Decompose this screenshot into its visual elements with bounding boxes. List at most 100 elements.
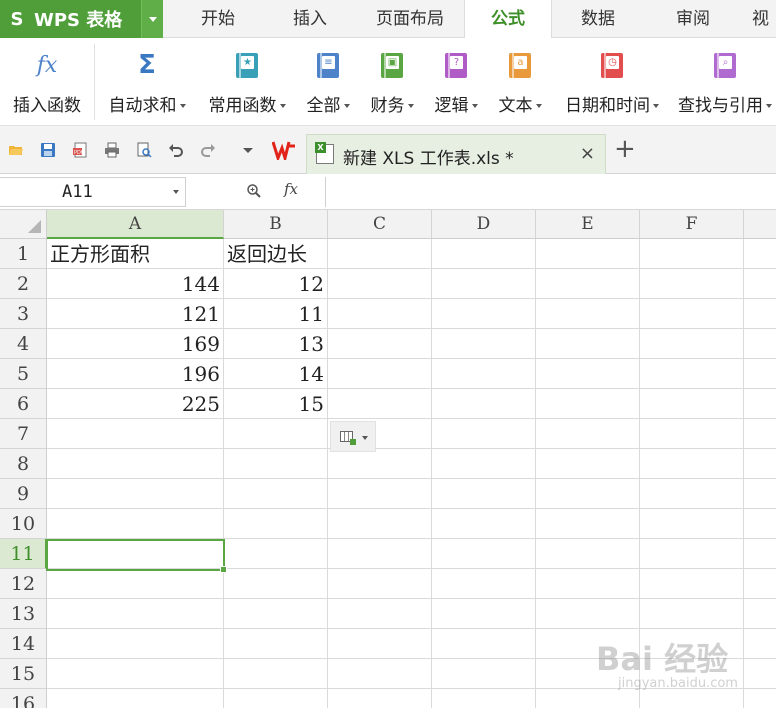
app-menu-button[interactable]: S WPS 表格 [0, 0, 163, 38]
cell-a2[interactable]: 144 [47, 269, 224, 299]
chevron-down-icon [766, 104, 772, 108]
cell-b4[interactable]: 13 [224, 329, 328, 359]
cell-a1[interactable]: 正方形面积 [47, 239, 224, 269]
row-header-7[interactable]: 7 [0, 419, 47, 449]
select-all-button[interactable] [0, 210, 47, 239]
app-name: WPS 表格 [34, 10, 123, 31]
column-header-b[interactable]: B [224, 210, 328, 239]
row-header-5[interactable]: 5 [0, 359, 47, 389]
app-menu-dropdown-icon[interactable] [141, 0, 163, 38]
cell-a4[interactable]: 169 [47, 329, 224, 359]
print-icon[interactable] [104, 142, 120, 158]
date-time-functions-button[interactable]: ◷ 日期和时间 [556, 38, 668, 126]
cell-b1[interactable]: 返回边长 [224, 239, 328, 269]
fx-icon: fx [36, 52, 58, 78]
row-header-12[interactable]: 12 [0, 569, 47, 599]
save-icon[interactable] [40, 142, 56, 158]
tab-view[interactable]: 视 [752, 0, 776, 38]
tab-insert[interactable]: 插入 [264, 0, 356, 38]
column-header-c[interactable]: C [328, 210, 432, 239]
column-header-e[interactable]: E [536, 210, 640, 239]
paste-options-icon [340, 431, 356, 445]
row-header-15[interactable]: 15 [0, 659, 47, 689]
paste-options-button[interactable] [330, 421, 376, 452]
cell-b2[interactable]: 12 [224, 269, 328, 299]
row-header-8[interactable]: 8 [0, 449, 47, 479]
all-functions-label: 全部 [306, 96, 341, 116]
logic-book-icon: ? [445, 52, 467, 78]
column-header-a[interactable]: A [47, 210, 224, 239]
row-header-2[interactable]: 2 [0, 269, 47, 299]
row-header-16[interactable]: 16 [0, 689, 47, 708]
cell-b5[interactable]: 14 [224, 359, 328, 389]
redo-icon[interactable] [200, 142, 216, 158]
wps-home-icon[interactable] [272, 140, 298, 160]
cell-b3[interactable]: 11 [224, 299, 328, 329]
wps-logo-icon: S [10, 8, 24, 30]
chevron-down-icon[interactable] [173, 190, 179, 194]
zoom-icon[interactable] [246, 183, 262, 199]
row-header-10[interactable]: 10 [0, 509, 47, 539]
insert-function-fx-button[interactable]: fx [284, 180, 298, 198]
open-folder-icon[interactable] [8, 142, 24, 158]
tab-home[interactable]: 开始 [172, 0, 264, 38]
cell-b6[interactable]: 15 [224, 389, 328, 419]
text-functions-button[interactable]: a 文本 [490, 38, 550, 126]
row-header-1[interactable]: 1 [0, 239, 47, 269]
name-box-value: A11 [62, 182, 93, 202]
all-functions-button[interactable]: ≡ 全部 [298, 38, 358, 126]
chevron-down-icon [471, 104, 478, 108]
finance-functions-label: 财务 [370, 96, 405, 116]
tab-data[interactable]: 数据 [552, 0, 644, 38]
chevron-down-icon [343, 104, 350, 108]
cell-a5[interactable]: 196 [47, 359, 224, 389]
row-header-9[interactable]: 9 [0, 479, 47, 509]
row-header-3[interactable]: 3 [0, 299, 47, 329]
column-header-d[interactable]: D [432, 210, 536, 239]
row-header-14[interactable]: 14 [0, 629, 47, 659]
formulas-ribbon: fx 插入函数 Σ 自动求和 ★ 常用函数 ≡ 全部 ▣ 财务 ? 逻辑 a 文… [0, 38, 776, 126]
cell-a6[interactable]: 225 [47, 389, 224, 419]
menu-bar: S WPS 表格 开始 插入 页面布局 公式 数据 审阅 视 [0, 0, 776, 39]
cell-a3[interactable]: 121 [47, 299, 224, 329]
logic-functions-button[interactable]: ? 逻辑 [426, 38, 486, 126]
formula-input[interactable] [325, 177, 776, 207]
ribbon-separator [94, 44, 95, 120]
name-box[interactable]: A11 [0, 177, 186, 207]
common-functions-label: 常用函数 [208, 96, 277, 116]
row-header-6[interactable]: 6 [0, 389, 47, 419]
column-header-f[interactable]: F [640, 210, 744, 239]
undo-icon[interactable] [168, 142, 184, 158]
formula-bar: A11 fx [0, 174, 776, 210]
date-time-functions-label: 日期和时间 [565, 96, 650, 116]
insert-function-button[interactable]: fx 插入函数 [4, 38, 90, 126]
print-preview-icon[interactable] [136, 142, 152, 158]
autosum-button[interactable]: Σ 自动求和 [100, 38, 194, 126]
document-tab[interactable]: 新建 XLS 工作表.xls * × [306, 134, 606, 174]
chevron-down-icon [535, 104, 542, 108]
tab-formulas[interactable]: 公式 [464, 0, 552, 39]
list-book-icon: ≡ [317, 52, 339, 78]
document-title: 新建 XLS 工作表.xls * [343, 149, 514, 169]
search-book-icon: ⌕ [714, 52, 736, 78]
finance-functions-button[interactable]: ▣ 财务 [362, 38, 422, 126]
close-icon[interactable]: × [580, 143, 595, 164]
lookup-reference-label: 查找与引用 [678, 96, 763, 116]
lookup-reference-button[interactable]: ⌕ 查找与引用 [674, 38, 776, 126]
column-header-g[interactable] [744, 210, 776, 239]
active-cell-selection[interactable] [46, 539, 227, 573]
tab-review[interactable]: 审阅 [644, 0, 742, 38]
row-header-11[interactable]: 11 [0, 539, 47, 569]
row-header-13[interactable]: 13 [0, 599, 47, 629]
star-book-icon: ★ [236, 52, 258, 78]
chevron-down-icon [362, 436, 368, 440]
customize-toolbar-icon[interactable] [240, 142, 256, 158]
sigma-icon: Σ [138, 50, 156, 80]
row-header-4[interactable]: 4 [0, 329, 47, 359]
new-tab-button[interactable]: + [614, 136, 636, 162]
common-functions-button[interactable]: ★ 常用函数 [200, 38, 294, 126]
tab-page-layout[interactable]: 页面布局 [356, 0, 464, 38]
autosum-label: 自动求和 [108, 96, 177, 116]
quick-access-bar: PDF 新建 XLS 工作表.xls * × + [0, 126, 776, 174]
export-pdf-icon[interactable]: PDF [72, 142, 88, 158]
